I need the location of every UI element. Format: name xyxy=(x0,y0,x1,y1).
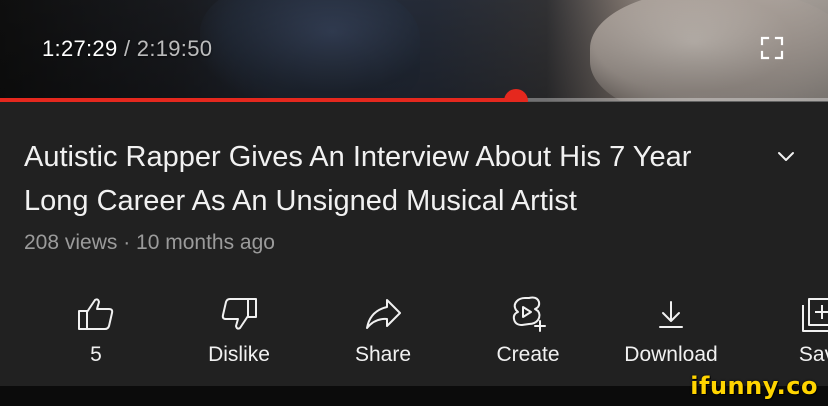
download-icon xyxy=(659,301,683,328)
create-label: Create xyxy=(496,343,560,366)
current-time: 1:27:29 xyxy=(42,36,118,61)
chevron-down-icon[interactable] xyxy=(772,142,800,170)
dislike-button[interactable]: Dislike xyxy=(174,290,304,370)
video-meta: 208 views · 10 months ago xyxy=(24,231,275,254)
download-label: Download xyxy=(624,343,718,366)
create-shorts-icon xyxy=(512,296,546,332)
ifunny-watermark: ifunny.co xyxy=(690,372,818,400)
thumbs-down-icon xyxy=(221,298,257,330)
save-label: Sav xyxy=(798,343,828,366)
create-button[interactable]: Create xyxy=(463,290,593,370)
save-button[interactable]: Sav xyxy=(752,290,828,370)
video-info-panel: Autistic Rapper Gives An Interview About… xyxy=(0,102,828,386)
dislike-label: Dislike xyxy=(208,343,270,366)
thumbs-up-icon xyxy=(78,298,114,330)
time-display: 1:27:29 / 2:19:50 xyxy=(42,36,212,62)
download-button[interactable]: Download xyxy=(606,290,736,370)
save-playlist-icon xyxy=(802,298,828,332)
time-separator: / xyxy=(123,36,131,61)
like-count: 5 xyxy=(90,343,102,366)
video-duration: 2:19:50 xyxy=(136,36,213,61)
video-player[interactable]: 1:27:29 / 2:19:50 xyxy=(0,0,828,101)
share-arrow-icon xyxy=(366,299,401,329)
like-button[interactable]: 5 xyxy=(31,290,161,370)
video-title[interactable]: Autistic Rapper Gives An Interview About… xyxy=(24,135,724,223)
share-label: Share xyxy=(354,343,412,366)
fullscreen-icon[interactable] xyxy=(760,36,784,60)
action-bar: 5 Dislike Share Create Download Sa xyxy=(0,290,828,370)
share-button[interactable]: Share xyxy=(318,290,448,370)
